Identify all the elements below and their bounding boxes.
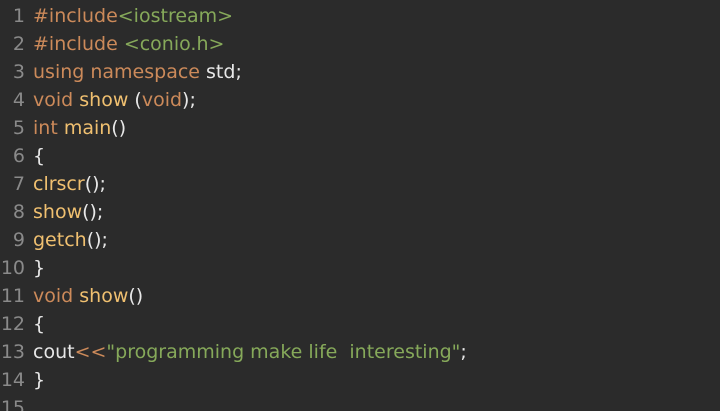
code-token: #include [33,5,118,27]
code-line[interactable]: 8 show(); [0,198,103,226]
line-number: 14 [0,369,25,391]
line-number: 13 [0,341,25,363]
code-token: void [33,89,80,111]
line-number: 6 [12,145,25,167]
code-line[interactable]: 3 using namespace std; [0,58,242,86]
code-token: } [33,369,46,391]
line-number: 9 [12,229,25,251]
code-line[interactable]: 12 { [0,310,45,338]
code-token: main [63,117,112,139]
code-token: show [33,201,83,223]
code-token: { [33,313,46,335]
code-line[interactable]: 13 cout<<"programming make life interesti… [0,338,467,366]
line-code: show(); [25,198,103,226]
code-token: (); [82,201,104,223]
code-token: show [79,285,129,307]
code-line[interactable]: 1 #include<iostream> [0,2,233,30]
line-number: 5 [12,117,25,139]
line-number: 1 [12,5,25,27]
line-code: void show() [25,282,143,310]
line-code: { [25,142,45,170]
line-number: 4 [12,89,25,111]
code-line[interactable]: 7 clrscr(); [0,170,106,198]
code-token: std; [206,61,242,83]
code-token: clrscr [33,173,85,195]
line-code: void show (void); [25,86,196,114]
line-number: 10 [0,257,25,279]
code-editor[interactable]: 1 #include<iostream> 2 #include <conio.h> 3 u… [0,0,720,411]
code-token: "programming make life interesting" [106,341,461,363]
code-token: cout [33,341,75,363]
code-token: ( [134,89,142,111]
code-token: show [79,89,135,111]
code-line[interactable]: 5 int main() [0,114,126,142]
line-code: using namespace std; [25,58,242,86]
code-line[interactable]: 2 #include <conio.h> [0,30,225,58]
code-token: ; [460,341,467,363]
code-token: << [74,341,107,363]
line-code: cout<<"programming make life interesting… [25,338,467,366]
code-token: <iostream> [117,5,234,27]
code-token: void [33,285,80,307]
code-token: using namespace [33,61,207,83]
code-token: () [111,117,127,139]
line-code: { [25,310,45,338]
line-code: } [25,254,45,282]
code-token: () [128,285,144,307]
line-number: 3 [12,61,25,83]
code-token: (); [84,173,106,195]
code-line[interactable]: 11 void show() [0,282,143,310]
line-number: 2 [12,33,25,55]
code-line[interactable]: 10} [0,254,45,282]
code-line[interactable]: 4 void show (void); [0,86,196,114]
code-token: ); [182,89,196,111]
line-number: 8 [12,201,25,223]
code-token: getch [33,229,87,251]
code-line[interactable]: 9 getch(); [0,226,108,254]
line-number: 15 [0,397,25,411]
code-token: void [141,89,183,111]
line-number: 12 [0,313,25,335]
code-line[interactable]: 14} [0,366,45,394]
line-code: getch(); [25,226,108,254]
code-token: <conio.h> [123,33,225,55]
code-token: } [33,257,46,279]
code-token: (); [86,229,108,251]
line-code: int main() [25,114,126,142]
line-code: clrscr(); [25,170,106,198]
line-number: 7 [12,173,25,195]
line-code: #include <conio.h> [25,30,224,58]
line-number: 11 [0,285,25,307]
code-token: { [33,145,46,167]
line-code: #include<iostream> [25,2,233,30]
code-token: #include [33,33,124,55]
code-line[interactable]: 6{ [0,142,45,170]
code-token: int [33,117,64,139]
line-code: } [25,366,45,394]
code-line[interactable]: 15 [0,394,33,411]
